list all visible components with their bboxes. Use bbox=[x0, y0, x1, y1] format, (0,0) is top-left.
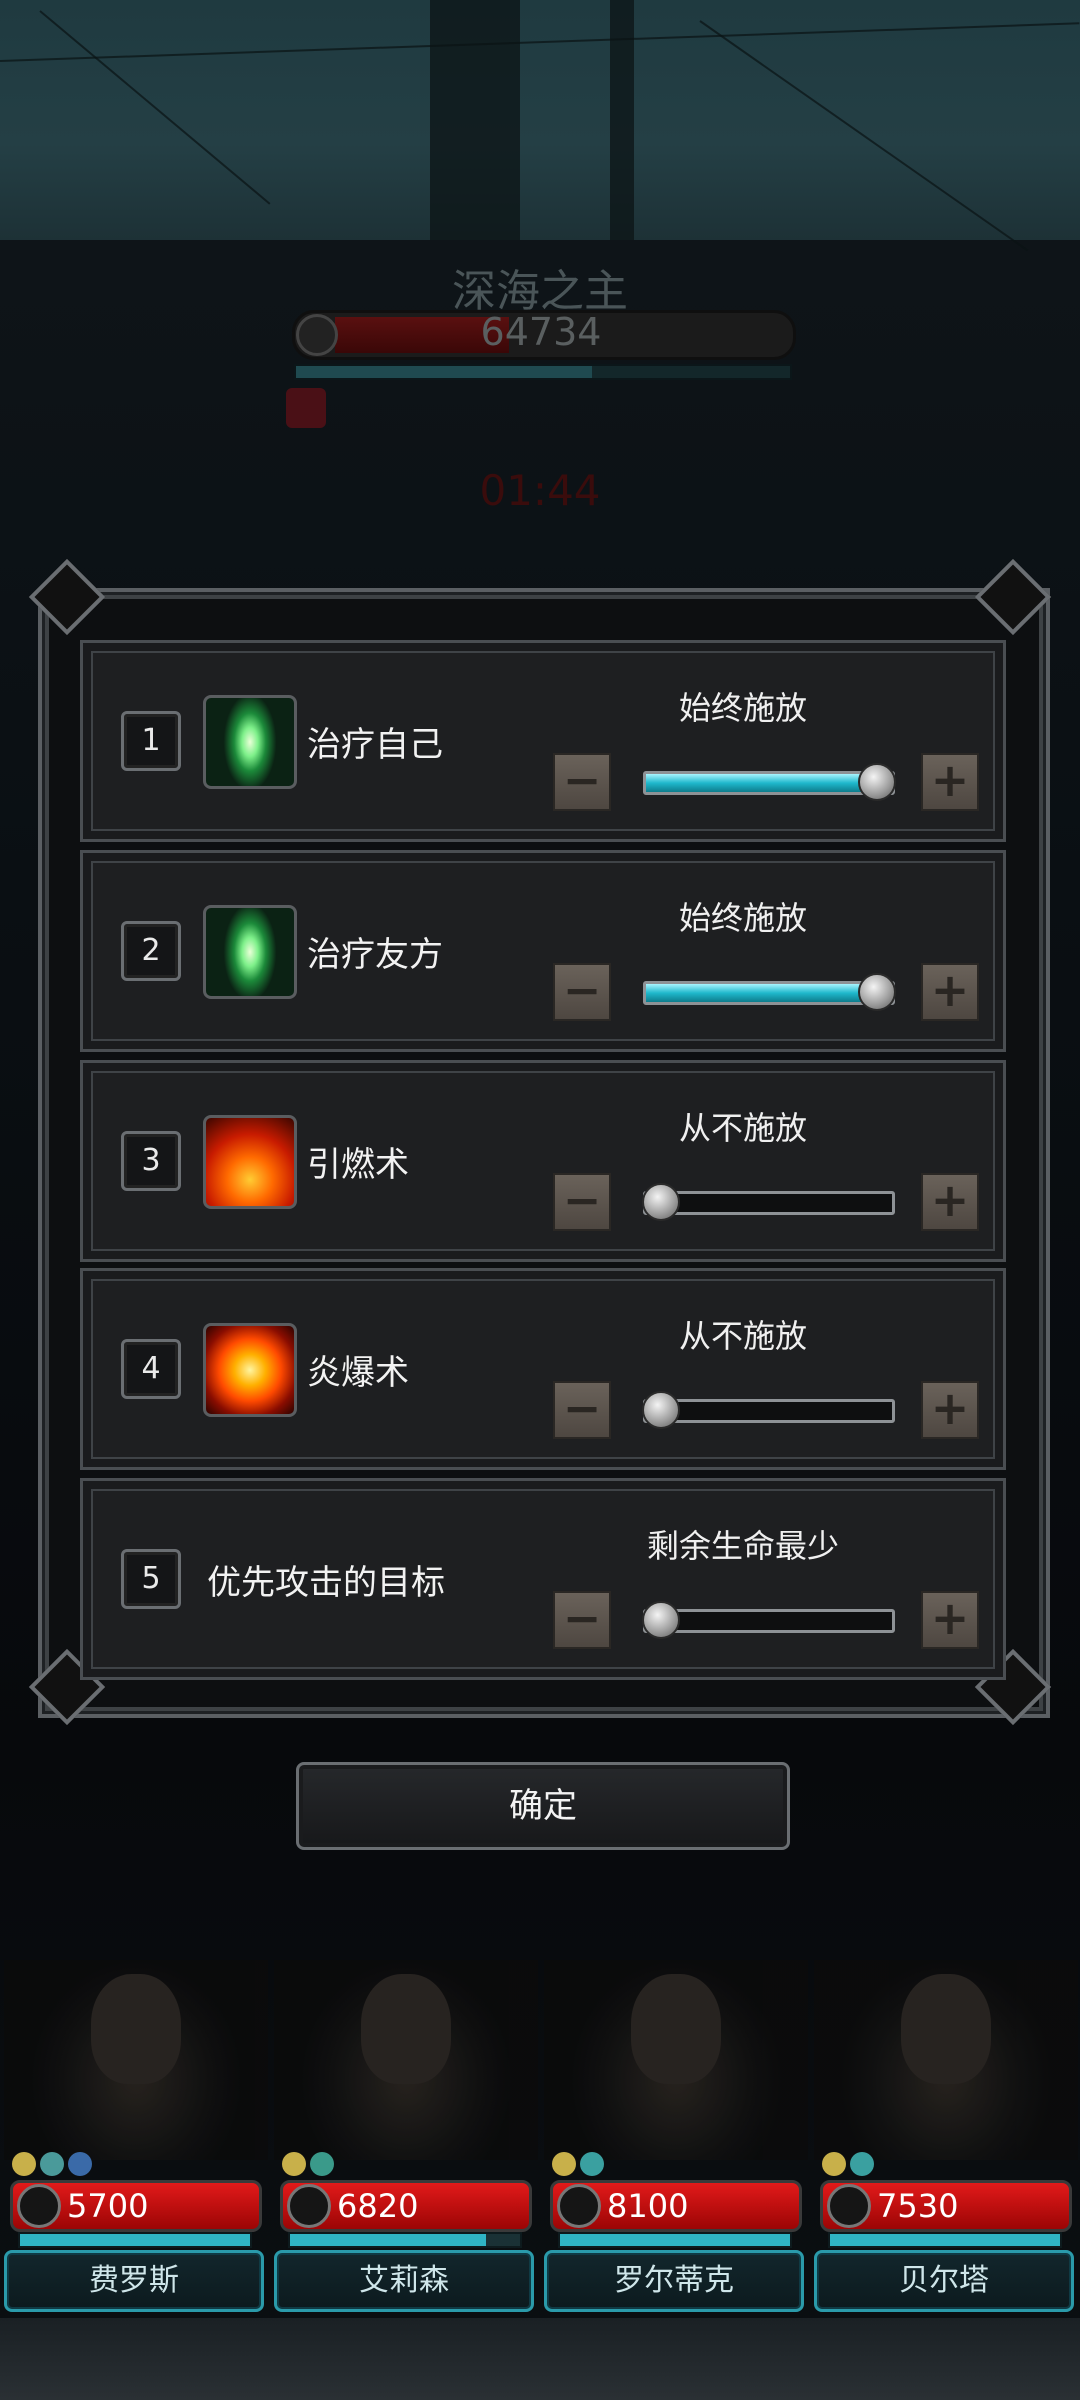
hero-portrait[interactable] bbox=[544, 1960, 808, 2160]
setting-index-badge: 2 bbox=[121, 921, 181, 981]
cast-mode-slider[interactable] bbox=[643, 1609, 895, 1633]
hero-face bbox=[631, 1974, 721, 2084]
hero-portrait[interactable] bbox=[274, 1960, 538, 2160]
flame-blast-icon bbox=[203, 1323, 297, 1417]
hero-portrait[interactable] bbox=[4, 1960, 268, 2160]
cast-mode-slider[interactable] bbox=[643, 1191, 895, 1215]
increase-button[interactable]: + bbox=[921, 1381, 979, 1439]
setting-index-badge: 1 bbox=[121, 711, 181, 771]
buff-gem-icon bbox=[822, 2152, 846, 2176]
skill-name: 治疗友方 bbox=[307, 935, 443, 975]
sword-icon bbox=[287, 2184, 331, 2228]
hero-portrait[interactable] bbox=[814, 1960, 1078, 2160]
hero-face bbox=[91, 1974, 181, 2084]
hero-name-plate[interactable]: 费罗斯 bbox=[4, 2250, 264, 2312]
hero-energy-fill bbox=[20, 2234, 250, 2246]
hero-energy-fill bbox=[290, 2234, 486, 2246]
heal-crystal-icon bbox=[203, 905, 297, 999]
sword-icon bbox=[557, 2184, 601, 2228]
buff-gem-icon bbox=[850, 2152, 874, 2176]
buff-gem-icon bbox=[580, 2152, 604, 2176]
sword-icon bbox=[827, 2184, 871, 2228]
hero-energy-bar bbox=[288, 2232, 522, 2248]
confirm-button[interactable]: 确定 bbox=[296, 1762, 790, 1850]
cast-mode-slider[interactable] bbox=[643, 1399, 895, 1423]
heal-crystal-icon bbox=[203, 695, 297, 789]
hero-hp-bar: 8100 bbox=[550, 2180, 802, 2232]
decrease-button[interactable]: − bbox=[553, 963, 611, 1021]
hero-hp-value: 6820 bbox=[337, 2187, 419, 2225]
setting-index-badge: 5 bbox=[121, 1549, 181, 1609]
hero-hp-bar: 5700 bbox=[10, 2180, 262, 2232]
hero-energy-fill bbox=[560, 2234, 790, 2246]
increase-button[interactable]: + bbox=[921, 753, 979, 811]
cast-mode-label: 从不施放 bbox=[678, 1109, 807, 1147]
slider-knob[interactable] bbox=[858, 973, 896, 1011]
slider-fill bbox=[646, 984, 892, 1002]
ship-mast bbox=[430, 0, 520, 240]
hero-buff-gems bbox=[822, 2152, 878, 2178]
ignite-fire-icon bbox=[203, 1115, 297, 1209]
slider-knob[interactable] bbox=[858, 763, 896, 801]
hero-name-plate[interactable]: 贝尔塔 bbox=[814, 2250, 1074, 2312]
buff-gem-icon bbox=[310, 2152, 334, 2176]
hero-buff-gems bbox=[282, 2152, 338, 2178]
battle-timer: 01:44 bbox=[479, 466, 601, 515]
buff-gem-icon bbox=[552, 2152, 576, 2176]
bottom-panel bbox=[0, 2318, 1080, 2400]
decrease-button[interactable]: − bbox=[553, 753, 611, 811]
increase-button[interactable]: + bbox=[921, 1173, 979, 1231]
hero-hp-value: 7530 bbox=[877, 2187, 959, 2225]
decrease-button[interactable]: − bbox=[553, 1381, 611, 1439]
setting-index-badge: 3 bbox=[121, 1131, 181, 1191]
ship-mast-thin bbox=[610, 0, 634, 240]
buff-gem-icon bbox=[282, 2152, 306, 2176]
decrease-button[interactable]: − bbox=[553, 1173, 611, 1231]
cast-mode-label: 剩余生命最少 bbox=[646, 1527, 839, 1565]
hero-energy-bar bbox=[558, 2232, 792, 2248]
boss-hp-value: 64734 bbox=[480, 310, 602, 354]
ship-background bbox=[0, 0, 1080, 240]
hero-face bbox=[361, 1974, 451, 2084]
slider-knob[interactable] bbox=[642, 1391, 680, 1429]
hero-buff-gems bbox=[12, 2152, 96, 2178]
hero-hp-bar: 6820 bbox=[280, 2180, 532, 2232]
sword-icon bbox=[17, 2184, 61, 2228]
buff-gem-icon bbox=[12, 2152, 36, 2176]
buff-gem-icon bbox=[40, 2152, 64, 2176]
auto-cast-setting-row: 3 引燃术 从不施放 − + bbox=[80, 1060, 1006, 1262]
boss-energy-fill bbox=[296, 366, 593, 378]
auto-cast-setting-row: 1 治疗自己 始终施放 − + bbox=[80, 640, 1006, 842]
skill-name: 引燃术 bbox=[307, 1145, 409, 1185]
hero-hp-value: 5700 bbox=[67, 2187, 149, 2225]
hero-energy-bar bbox=[18, 2232, 252, 2248]
slider-fill bbox=[646, 774, 892, 792]
boss-buff-icon bbox=[286, 388, 326, 428]
decrease-button[interactable]: − bbox=[553, 1591, 611, 1649]
auto-cast-setting-row: 2 治疗友方 始终施放 − + bbox=[80, 850, 1006, 1052]
hero-hp-value: 8100 bbox=[607, 2187, 689, 2225]
buff-gem-icon bbox=[68, 2152, 92, 2176]
skill-name: 优先攻击的目标 bbox=[207, 1563, 445, 1603]
skill-name: 治疗自己 bbox=[307, 725, 443, 765]
slider-knob[interactable] bbox=[642, 1183, 680, 1221]
cast-mode-label: 始终施放 bbox=[678, 689, 807, 727]
increase-button[interactable]: + bbox=[921, 963, 979, 1021]
hero-face bbox=[901, 1974, 991, 2084]
hero-name-plate[interactable]: 艾莉森 bbox=[274, 2250, 534, 2312]
hero-energy-bar bbox=[828, 2232, 1062, 2248]
cast-mode-label: 从不施放 bbox=[678, 1317, 807, 1355]
hero-buff-gems bbox=[552, 2152, 608, 2178]
auto-cast-setting-row: 5 优先攻击的目标 剩余生命最少 − + bbox=[80, 1478, 1006, 1680]
slider-knob[interactable] bbox=[642, 1601, 680, 1639]
skill-name: 炎爆术 bbox=[307, 1353, 409, 1393]
hero-name-plate[interactable]: 罗尔蒂克 bbox=[544, 2250, 804, 2312]
auto-cast-setting-row: 4 炎爆术 从不施放 − + bbox=[80, 1268, 1006, 1470]
hero-energy-fill bbox=[830, 2234, 1060, 2246]
cast-mode-label: 始终施放 bbox=[678, 899, 807, 937]
increase-button[interactable]: + bbox=[921, 1591, 979, 1649]
hero-hp-bar: 7530 bbox=[820, 2180, 1072, 2232]
setting-index-badge: 4 bbox=[121, 1339, 181, 1399]
boss-energy-bar bbox=[294, 364, 792, 380]
